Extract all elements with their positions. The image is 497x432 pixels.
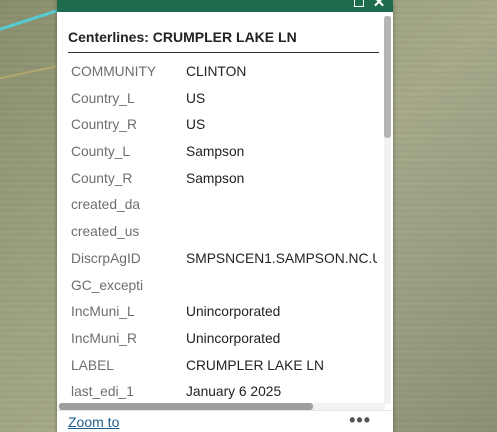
- popup-header: ✕: [57, 0, 393, 12]
- attribute-value: CLINTON: [186, 64, 247, 79]
- footer-divider: [57, 410, 393, 411]
- maximize-icon[interactable]: [352, 0, 366, 10]
- attribute-row: IncMuni_L Unincorporated: [71, 300, 377, 327]
- attribute-value: US: [186, 117, 206, 133]
- zoom-to-link[interactable]: Zoom to: [68, 414, 119, 430]
- attribute-value: US: [186, 90, 206, 106]
- attribute-row: County_L Sampson: [71, 140, 377, 167]
- attribute-key: DiscrpAgID: [71, 250, 141, 266]
- feature-popup: ✕ Centerlines: CRUMPLER LAKE LN COMMUNIT…: [57, 0, 393, 432]
- attribute-value: Sampson: [186, 170, 245, 186]
- attribute-key: last_edi_1: [71, 384, 134, 400]
- attribute-key: LABEL: [71, 357, 114, 373]
- attribute-key: County_R: [71, 170, 133, 186]
- attribute-row: Country_R US: [71, 113, 377, 140]
- popup-title: Centerlines: CRUMPLER LAKE LN: [68, 29, 297, 45]
- horizontal-scrollbar[interactable]: [57, 403, 385, 410]
- attribute-key: County_L: [71, 144, 131, 160]
- attribute-key: COMMUNITY: [71, 64, 157, 79]
- vertical-scroll-thumb[interactable]: [384, 16, 391, 138]
- attribute-key: IncMuni_L: [71, 304, 135, 320]
- attribute-value: Unincorporated: [186, 304, 281, 320]
- map-road-feature[interactable]: [0, 64, 60, 82]
- attribute-row: created_da: [71, 193, 377, 220]
- attribute-key: created_da: [71, 197, 141, 213]
- vertical-scrollbar[interactable]: [384, 16, 391, 404]
- attribute-key: IncMuni_R: [71, 330, 137, 346]
- attribute-key: Country_L: [71, 90, 135, 106]
- attribute-key: GC_excepti: [71, 277, 144, 293]
- attribute-value: January 6 2025: [186, 384, 282, 400]
- attribute-key: Country_R: [71, 117, 137, 133]
- attribute-row: Country_L US: [71, 87, 377, 114]
- attribute-row: County_R Sampson: [71, 167, 377, 194]
- attribute-value: Sampson: [186, 144, 245, 160]
- attribute-row: DiscrpAgID SMPSNCEN1.SAMPSON.NC.US: [71, 247, 377, 274]
- more-actions-button[interactable]: •••: [349, 410, 371, 431]
- attribute-table: COMMUNITY CLINTON Country_L US Country_R US Co…: [71, 60, 377, 407]
- attribute-row: LABEL CRUMPLER LAKE LN: [71, 354, 377, 381]
- close-icon[interactable]: ✕: [372, 0, 386, 10]
- attribute-row: IncMuni_R Unincorporated: [71, 327, 377, 354]
- attribute-value: SMPSNCEN1.SAMPSON.NC.US: [186, 250, 377, 266]
- attribute-row: GC_excepti: [71, 274, 377, 301]
- attribute-row: created_us: [71, 220, 377, 247]
- attribute-value: CRUMPLER LAKE LN: [186, 357, 325, 373]
- title-divider: [68, 52, 379, 53]
- attribute-row: COMMUNITY CLINTON: [71, 60, 377, 87]
- attribute-key: created_us: [71, 224, 140, 240]
- attribute-value: Unincorporated: [186, 330, 281, 346]
- horizontal-scroll-thumb[interactable]: [59, 403, 313, 410]
